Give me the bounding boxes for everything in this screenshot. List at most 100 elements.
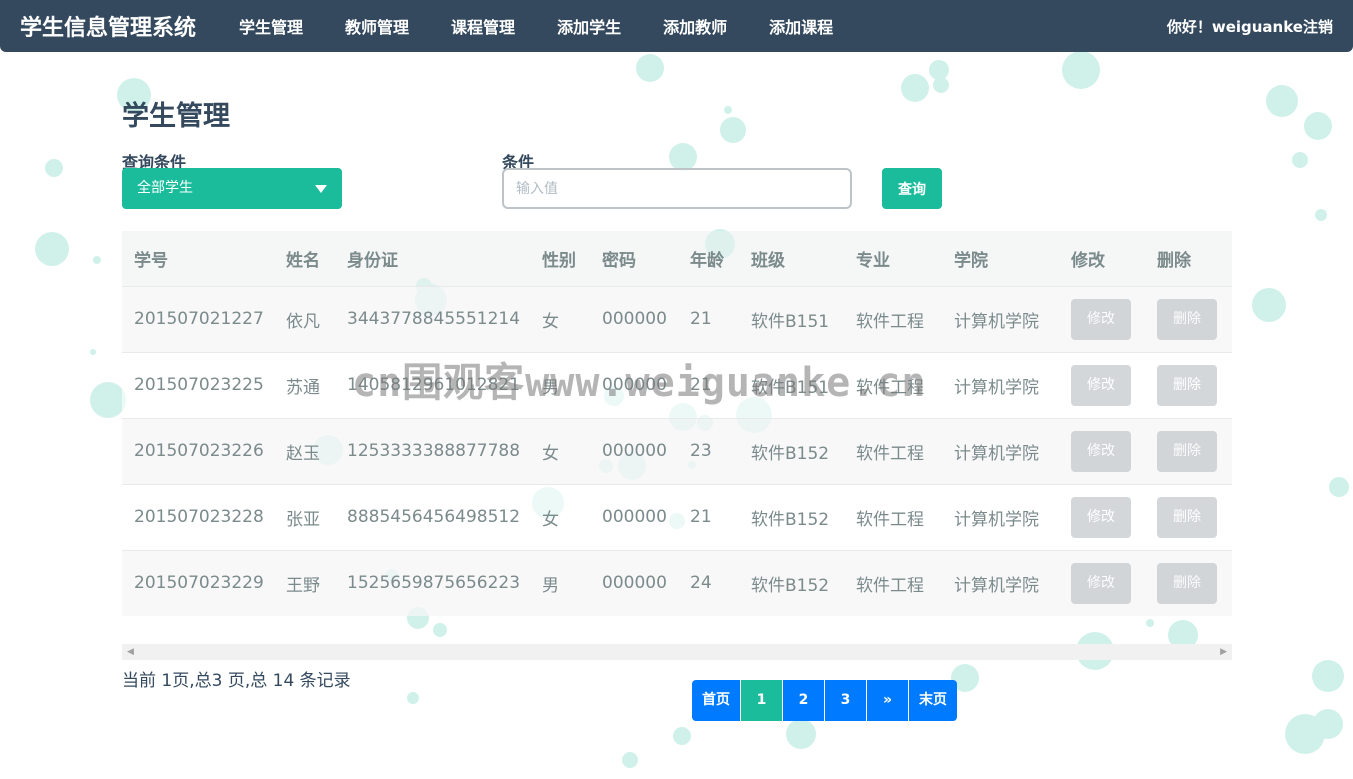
nav-teacher-management[interactable]: 教师管理 bbox=[345, 14, 409, 38]
cell-password: 000000 bbox=[590, 351, 678, 418]
cell-college: 计算机学院 bbox=[942, 417, 1059, 484]
header-password: 密码 bbox=[590, 231, 678, 286]
header-name: 姓名 bbox=[274, 231, 335, 286]
table-row: 201507023228 张亚 8885456456498512 女 00000… bbox=[122, 483, 1232, 550]
filter-bar: 查询条件 全部学生 条件 查询 bbox=[122, 149, 1232, 211]
user-greeting: 你好！weiguanke bbox=[1166, 17, 1303, 36]
cell-major: 软件工程 bbox=[844, 285, 942, 352]
header-age: 年龄 bbox=[678, 231, 739, 286]
cell-student-id: 201507021227 bbox=[122, 285, 274, 352]
nav-course-management[interactable]: 课程管理 bbox=[451, 14, 515, 38]
table-row: 201507023225 苏通 1405812961012821 男 00000… bbox=[122, 351, 1232, 418]
edit-button[interactable]: 修改 bbox=[1071, 364, 1131, 406]
table-row: 201507021227 依凡 3443778845551214 女 00000… bbox=[122, 285, 1232, 352]
header-delete: 删除 bbox=[1145, 231, 1232, 286]
delete-button[interactable]: 删除 bbox=[1157, 430, 1217, 472]
cell-name: 张亚 bbox=[274, 483, 335, 550]
header-student-id: 学号 bbox=[122, 231, 274, 286]
edit-button[interactable]: 修改 bbox=[1071, 496, 1131, 538]
cell-student-id: 201507023228 bbox=[122, 483, 274, 550]
cell-major: 软件工程 bbox=[844, 351, 942, 418]
cell-class: 软件B151 bbox=[739, 351, 844, 418]
cell-edit: 修改 bbox=[1059, 417, 1145, 484]
main-content: 学生管理 查询条件 全部学生 条件 查询 学号 姓名 身份证 性别 密码 bbox=[122, 94, 1232, 736]
cell-age: 21 bbox=[678, 285, 739, 352]
cell-gender: 男 bbox=[530, 351, 590, 418]
header-class: 班级 bbox=[739, 231, 844, 286]
page-1-button[interactable]: 1 bbox=[741, 680, 782, 721]
cell-age: 21 bbox=[678, 483, 739, 550]
caret-down-icon bbox=[315, 185, 327, 193]
cell-id-card: 1253333388877788 bbox=[335, 417, 530, 484]
table-row: 201507023226 赵玉 1253333388877788 女 00000… bbox=[122, 417, 1232, 484]
cell-password: 000000 bbox=[590, 549, 678, 616]
cell-age: 24 bbox=[678, 549, 739, 616]
table-header-row: 学号 姓名 身份证 性别 密码 年龄 班级 专业 学院 修改 删除 bbox=[122, 231, 1232, 286]
cell-college: 计算机学院 bbox=[942, 285, 1059, 352]
logout-link[interactable]: 注销 bbox=[1303, 18, 1333, 36]
header-gender: 性别 bbox=[530, 231, 590, 286]
cell-id-card: 3443778845551214 bbox=[335, 285, 530, 352]
delete-button[interactable]: 删除 bbox=[1157, 364, 1217, 406]
delete-button[interactable]: 删除 bbox=[1157, 496, 1217, 538]
page-last-button[interactable]: 末页 bbox=[909, 680, 957, 721]
filter-select-value: 全部学生 bbox=[137, 180, 193, 196]
cell-gender: 男 bbox=[530, 549, 590, 616]
cell-edit: 修改 bbox=[1059, 483, 1145, 550]
cell-major: 软件工程 bbox=[844, 549, 942, 616]
user-area: 你好！weiguanke注销 bbox=[1167, 16, 1333, 37]
nav-add-teacher[interactable]: 添加教师 bbox=[663, 14, 727, 38]
page-next-button[interactable]: » bbox=[867, 680, 908, 721]
cell-college: 计算机学院 bbox=[942, 351, 1059, 418]
horizontal-scrollbar[interactable]: ◀ ▶ bbox=[122, 644, 1232, 660]
cell-name: 依凡 bbox=[274, 285, 335, 352]
cell-name: 赵玉 bbox=[274, 417, 335, 484]
cell-class: 软件B151 bbox=[739, 285, 844, 352]
student-table-wrapper: 学号 姓名 身份证 性别 密码 年龄 班级 专业 学院 修改 删除 201507… bbox=[122, 231, 1232, 660]
cell-name: 王野 bbox=[274, 549, 335, 616]
cell-class: 软件B152 bbox=[739, 483, 844, 550]
cell-password: 000000 bbox=[590, 417, 678, 484]
cell-college: 计算机学院 bbox=[942, 549, 1059, 616]
nav-add-student[interactable]: 添加学生 bbox=[557, 14, 621, 38]
cell-name: 苏通 bbox=[274, 351, 335, 418]
cell-delete: 删除 bbox=[1145, 285, 1232, 352]
page-first-button[interactable]: 首页 bbox=[692, 680, 740, 721]
nav-student-management[interactable]: 学生管理 bbox=[239, 14, 303, 38]
edit-button[interactable]: 修改 bbox=[1071, 562, 1131, 604]
brand-title[interactable]: 学生信息管理系统 bbox=[20, 10, 196, 42]
student-table: 学号 姓名 身份证 性别 密码 年龄 班级 专业 学院 修改 删除 201507… bbox=[122, 231, 1232, 616]
cell-age: 21 bbox=[678, 351, 739, 418]
page-3-button[interactable]: 3 bbox=[825, 680, 866, 721]
cell-student-id: 201507023225 bbox=[122, 351, 274, 418]
cell-delete: 删除 bbox=[1145, 549, 1232, 616]
cell-id-card: 8885456456498512 bbox=[335, 483, 530, 550]
record-info: 当前 1页,总3 页,总 14 条记录 bbox=[122, 671, 351, 691]
edit-button[interactable]: 修改 bbox=[1071, 298, 1131, 340]
arrow-left-icon[interactable]: ◀ bbox=[127, 647, 134, 657]
arrow-right-icon[interactable]: ▶ bbox=[1220, 647, 1227, 657]
cell-gender: 女 bbox=[530, 483, 590, 550]
nav-add-course[interactable]: 添加课程 bbox=[769, 14, 833, 38]
cell-id-card: 1405812961012821 bbox=[335, 351, 530, 418]
cell-student-id: 201507023226 bbox=[122, 417, 274, 484]
filter-select[interactable]: 全部学生 bbox=[122, 168, 342, 209]
cell-password: 000000 bbox=[590, 483, 678, 550]
cell-edit: 修改 bbox=[1059, 285, 1145, 352]
top-navbar: 学生信息管理系统 学生管理 教师管理 课程管理 添加学生 添加教师 添加课程 你… bbox=[0, 0, 1353, 52]
header-id-card: 身份证 bbox=[335, 231, 530, 286]
cell-gender: 女 bbox=[530, 285, 590, 352]
cell-delete: 删除 bbox=[1145, 351, 1232, 418]
delete-button[interactable]: 删除 bbox=[1157, 298, 1217, 340]
table-footer: 当前 1页,总3 页,总 14 条记录 首页 1 2 3 » 末页 bbox=[122, 666, 1232, 736]
query-button[interactable]: 查询 bbox=[882, 168, 942, 209]
page-2-button[interactable]: 2 bbox=[783, 680, 824, 721]
edit-button[interactable]: 修改 bbox=[1071, 430, 1131, 472]
pagination: 首页 1 2 3 » 末页 bbox=[692, 680, 958, 721]
delete-button[interactable]: 删除 bbox=[1157, 562, 1217, 604]
condition-input[interactable] bbox=[502, 168, 852, 209]
cell-class: 软件B152 bbox=[739, 417, 844, 484]
header-edit: 修改 bbox=[1059, 231, 1145, 286]
table-row: 201507023229 王野 1525659875656223 男 00000… bbox=[122, 549, 1232, 616]
cell-major: 软件工程 bbox=[844, 417, 942, 484]
